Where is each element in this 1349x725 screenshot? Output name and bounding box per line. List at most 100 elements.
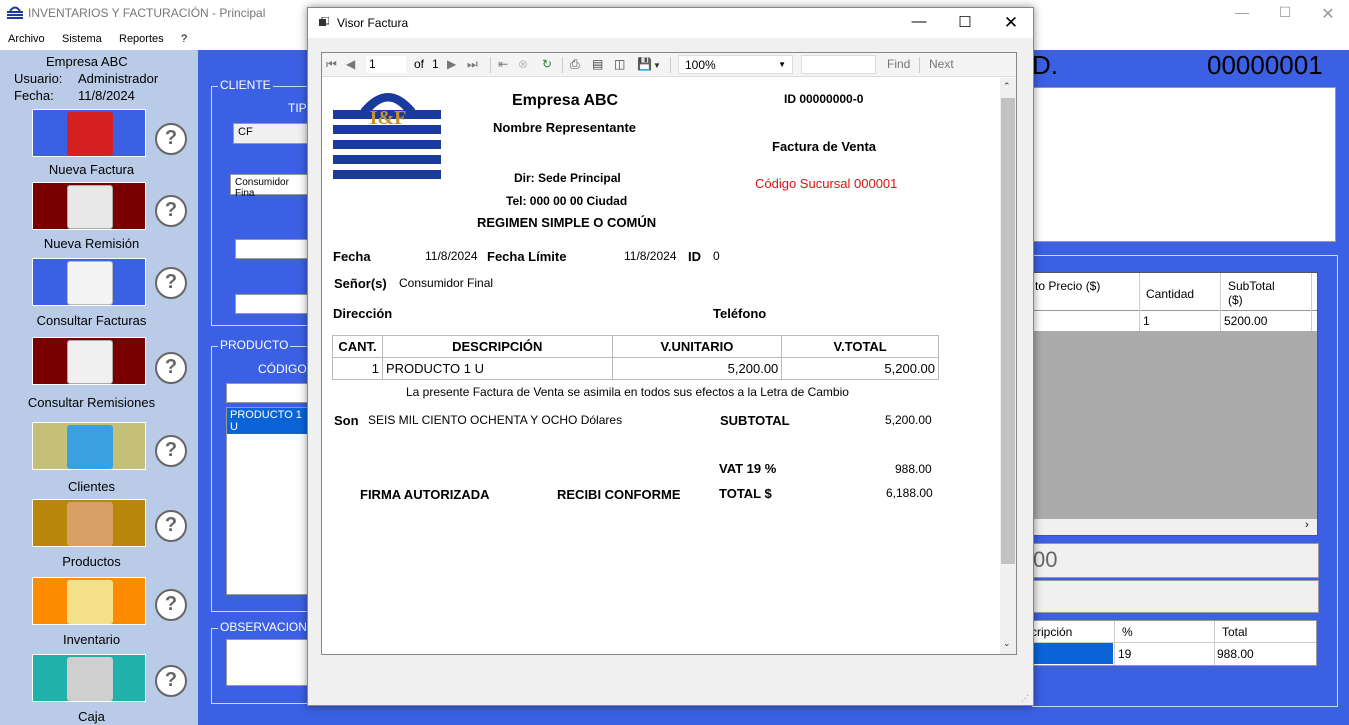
observaciones-input[interactable]: [226, 639, 308, 686]
report-toolbar: ⏮ ◀ 1 of 1 ▶ ⏭ ⇤ ⊗ ↻ ⎙ ▤ ◫ 💾 ▼ 100% ▼ Fi…: [322, 53, 1016, 77]
firma-label: FIRMA AUTORIZADA: [360, 487, 490, 502]
document-list-icon: [67, 261, 113, 305]
info-panel: [1032, 87, 1336, 242]
grid-hscroll[interactable]: ›: [1033, 519, 1317, 535]
cliente-field[interactable]: Consumidor Fina: [230, 174, 308, 199]
stop-icon[interactable]: ⊗: [518, 57, 528, 71]
help-icon[interactable]: ?: [155, 510, 187, 542]
dialog-title: Visor Factura: [337, 16, 409, 30]
th-unitario: V.UNITARIO: [611, 335, 783, 358]
observaciones-group-title: OBSERVACIONE: [218, 620, 317, 634]
subtotal-label: SUBTOTAL: [720, 413, 790, 428]
client-folder-icon: [67, 425, 113, 469]
close-icon[interactable]: ✕: [997, 13, 1025, 33]
help-icon[interactable]: ?: [155, 589, 187, 621]
vat-label: VAT 19 %: [719, 461, 777, 476]
close-icon[interactable]: ✕: [1313, 4, 1343, 24]
inventario-button[interactable]: [32, 577, 146, 625]
codigo-input[interactable]: [226, 383, 308, 403]
export-icon[interactable]: 💾: [637, 57, 652, 71]
tax-grid[interactable]: scripción % Total T 19 988.00: [1024, 620, 1317, 666]
vat-value: 988.00: [895, 462, 932, 476]
chevron-right-icon[interactable]: ›: [1305, 519, 1309, 531]
report-vscroll[interactable]: ⌃ ⌄: [1000, 78, 1016, 654]
id-short-label: ID: [688, 249, 701, 264]
tipo-select[interactable]: CF: [233, 123, 308, 144]
total-pages: 1: [432, 57, 439, 71]
minimize-icon[interactable]: —: [905, 13, 933, 30]
cliente-group-title: CLIENTE: [218, 78, 273, 92]
report-regime: REGIMEN SIMPLE O COMÚN: [477, 215, 657, 230]
grid-header-subtotal: SubTotal ($): [1228, 279, 1275, 307]
last-page-icon[interactable]: ⏭: [467, 57, 478, 72]
doc-letter: D.: [1032, 50, 1058, 80]
product-grid[interactable]: to Precio ($) Cantidad SubTotal ($) 1 52…: [1032, 272, 1318, 536]
print-icon[interactable]: ⎙: [570, 57, 580, 72]
total-value: 6,188.00: [886, 486, 933, 500]
nueva-remision-button[interactable]: [32, 182, 146, 230]
help-icon[interactable]: ?: [155, 123, 187, 155]
first-page-icon[interactable]: ⏮: [326, 57, 337, 72]
clientes-button[interactable]: [32, 422, 146, 470]
document-pen-icon: [67, 340, 113, 384]
tax-cell-descripcion[interactable]: T: [1025, 643, 1113, 664]
page-number-input[interactable]: 1: [366, 56, 406, 73]
company-logo: I&F: [333, 93, 441, 179]
page-setup-icon[interactable]: ◫: [614, 57, 625, 71]
total-label: TOTAL $: [719, 486, 772, 501]
producto-group-title: PRODUCTO: [218, 338, 291, 352]
cliente-extra-field-2[interactable]: [235, 294, 308, 314]
son-label: Son: [334, 413, 359, 428]
back-icon[interactable]: ⇤: [498, 57, 508, 71]
menu-help[interactable]: ?: [181, 33, 187, 45]
tipo-label: TIP: [288, 101, 307, 115]
chevron-down-icon[interactable]: ⌄: [1003, 638, 1011, 649]
help-icon[interactable]: ?: [155, 195, 187, 227]
refresh-icon[interactable]: ↻: [542, 57, 552, 71]
grid-cell-cantidad: 1: [1143, 314, 1150, 328]
maximize-icon[interactable]: ☐: [951, 13, 979, 31]
senor-value: Consumidor Final: [399, 276, 494, 290]
table-row: 1 PRODUCTO 1 U 5,200.00 5,200.00: [332, 357, 939, 380]
minimize-icon[interactable]: —: [1227, 4, 1257, 20]
zoom-select[interactable]: 100% ▼: [678, 55, 793, 74]
menu-reportes[interactable]: Reportes: [119, 33, 164, 45]
product-list[interactable]: PRODUCTO 1 U: [226, 407, 308, 595]
company-name: Empresa ABC: [46, 54, 128, 69]
of-label: of: [414, 57, 425, 71]
nueva-factura-button[interactable]: [32, 109, 146, 157]
find-input[interactable]: [801, 55, 876, 74]
cliente-extra-field-1[interactable]: [235, 239, 308, 259]
list-item[interactable]: PRODUCTO 1 U: [227, 408, 307, 434]
resize-grip-icon[interactable]: ⋰: [1021, 694, 1029, 703]
folder-invoice-icon: [67, 112, 113, 156]
consultar-facturas-button[interactable]: [32, 258, 146, 306]
menu-sistema[interactable]: Sistema: [62, 33, 102, 45]
consultar-remisiones-button[interactable]: [32, 337, 146, 385]
td-descripcion: PRODUCTO 1 U: [381, 357, 613, 380]
next-button[interactable]: Next: [929, 57, 954, 71]
prev-page-icon[interactable]: ◀: [346, 57, 355, 71]
nav-label: Consultar Facturas: [36, 313, 147, 328]
chevron-down-icon[interactable]: ▼: [653, 61, 661, 70]
maximize-icon[interactable]: ☐: [1270, 4, 1300, 21]
print-layout-icon[interactable]: ▤: [592, 57, 603, 71]
grid-header: to Precio ($) Cantidad SubTotal ($): [1033, 273, 1317, 311]
scroll-thumb[interactable]: [1001, 98, 1015, 564]
nav-label: Clientes: [68, 479, 115, 494]
caja-button[interactable]: [32, 654, 146, 702]
items-table: CANT. DESCRIPCIÓN V.UNITARIO V.TOTAL 1 P…: [332, 335, 939, 380]
menu-archivo[interactable]: Archivo: [8, 33, 45, 45]
next-page-icon[interactable]: ▶: [447, 57, 456, 71]
table-row[interactable]: 1 5200.00: [1033, 311, 1317, 331]
th-cant: CANT.: [332, 335, 383, 358]
productos-button[interactable]: [32, 499, 146, 547]
grid-header-cantidad: Cantidad: [1146, 287, 1195, 301]
help-icon[interactable]: ?: [155, 435, 187, 467]
zoom-value: 100%: [685, 58, 716, 72]
help-icon[interactable]: ?: [155, 352, 187, 384]
help-icon[interactable]: ?: [155, 267, 187, 299]
help-icon[interactable]: ?: [155, 665, 187, 697]
find-button[interactable]: Find: [887, 57, 910, 71]
chevron-up-icon[interactable]: ⌃: [1003, 81, 1011, 92]
